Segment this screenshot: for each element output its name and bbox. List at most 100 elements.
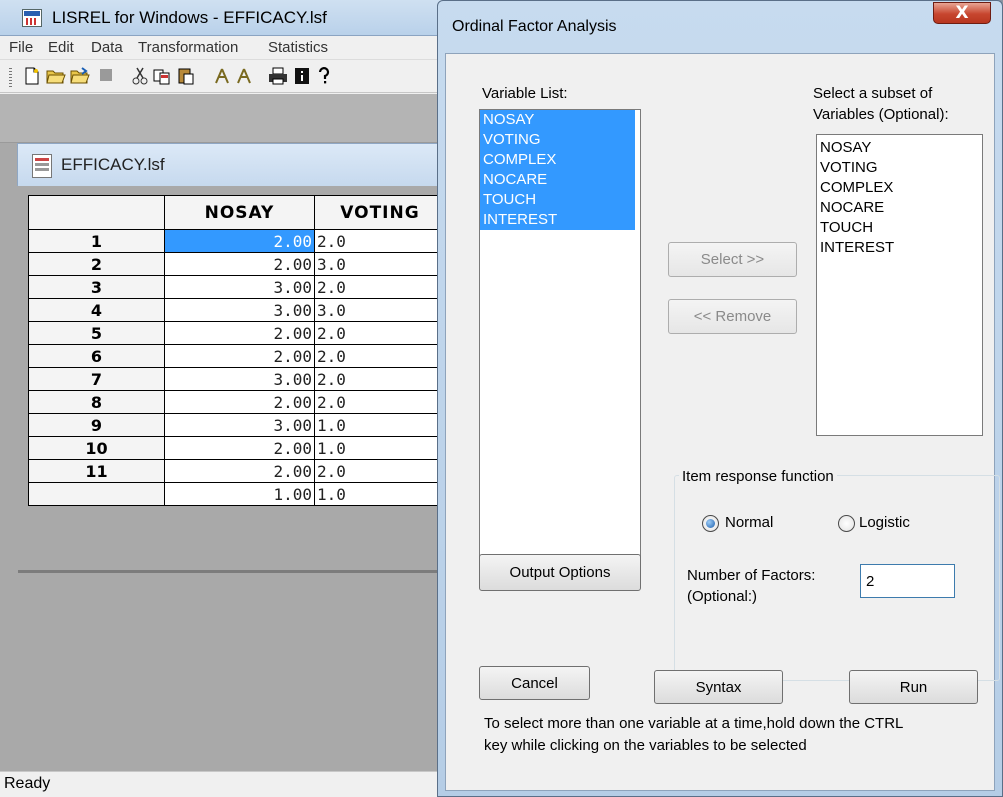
data-grid: NOSAY VOTING 1 2.00 2.0 2 2.00 3.0 3 3.00 2.0 4 3.… [28,195,446,506]
select-button[interactable]: Select >> [668,242,797,277]
row-header[interactable]: 8 [28,390,165,414]
table-row: 10 2.00 1.0 [28,436,446,460]
grid-cell-voting[interactable]: 2.0 [314,321,446,345]
logistic-radio-label[interactable]: Logistic [859,514,910,531]
lisrel-main-window: LISREL for Windows - EFFICACY.lsf File E… [0,0,446,797]
grid-cell-nosay[interactable]: 3.00 [164,275,315,299]
spreadsheet-document-icon [32,154,52,178]
grid-cell-nosay[interactable]: 2.00 [164,459,315,483]
grid-cell-nosay[interactable]: 2.00 [164,390,315,414]
number-of-factors-input[interactable] [860,564,955,598]
menu-statistics[interactable]: Statistics [268,39,328,56]
stop-icon[interactable] [96,67,116,87]
new-file-icon[interactable] [22,67,42,87]
variable-listbox[interactable]: NOSAY VOTING COMPLEX NOCARE TOUCH INTEREST [479,109,641,567]
row-header[interactable]: 7 [28,367,165,391]
dialog-client-area: Variable List: NOSAY VOTING COMPLEX NOCARE T… [445,53,1000,791]
grid-cell-voting[interactable]: 2.0 [314,367,446,391]
grid-cell-voting[interactable]: 2.0 [314,344,446,368]
list-item[interactable]: COMPLEX [480,150,635,170]
grid-cell-nosay[interactable]: 2.00 [164,344,315,368]
normal-radio[interactable] [702,515,719,532]
document-title-bar[interactable]: EFFICACY.lsf [17,143,445,186]
list-item[interactable]: NOCARE [480,170,635,190]
row-header[interactable]: 10 [28,436,165,460]
column-header-nosay[interactable]: NOSAY [164,195,315,230]
column-header-voting[interactable]: VOTING [314,195,446,230]
run-button[interactable]: Run [849,670,978,704]
cut-icon[interactable] [130,67,150,87]
row-header[interactable]: 2 [28,252,165,276]
row-header[interactable]: 11 [28,459,165,483]
list-item[interactable]: NOCARE [817,198,982,218]
menu-transformation[interactable]: Transformation [138,39,238,56]
list-item[interactable]: INTEREST [480,210,635,230]
grid-cell-voting[interactable]: 2.0 [314,229,446,253]
grid-cell-voting[interactable]: 2.0 [314,390,446,414]
grid-cell-voting[interactable]: 2.0 [314,459,446,483]
table-row: 9 3.00 1.0 [28,413,446,437]
cancel-button[interactable]: Cancel [479,666,590,700]
list-item[interactable]: NOSAY [817,138,982,158]
logistic-radio[interactable] [838,515,855,532]
row-header[interactable]: 9 [28,413,165,437]
grid-cell-voting[interactable]: 1.0 [314,413,446,437]
open-alt-icon[interactable] [70,67,90,87]
help-icon[interactable] [314,67,334,87]
grid-cell-voting[interactable]: 3.0 [314,298,446,322]
grid-cell-nosay[interactable]: 2.00 [164,436,315,460]
toolbar-grip[interactable] [9,68,12,88]
grid-cell-nosay[interactable]: 2.00 [164,252,315,276]
grid-cell-voting[interactable]: 3.0 [314,252,446,276]
grid-cell-nosay[interactable]: 3.00 [164,298,315,322]
subset-listbox[interactable]: NOSAY VOTING COMPLEX NOCARE TOUCH INTEREST [816,134,983,436]
table-row: 3 3.00 2.0 [28,275,446,299]
menu-file[interactable]: File [9,39,33,56]
table-row: 4 3.00 3.0 [28,298,446,322]
list-item[interactable]: INTEREST [817,238,982,258]
syntax-button[interactable]: Syntax [654,670,783,704]
remove-button[interactable]: << Remove [668,299,797,334]
list-item[interactable]: NOSAY [480,110,635,130]
grid-cell-voting[interactable]: 2.0 [314,275,446,299]
output-options-button[interactable]: Output Options [479,554,641,591]
info-icon[interactable] [292,67,312,87]
grid-corner[interactable] [28,195,165,230]
copy-icon[interactable] [152,67,172,87]
list-item[interactable]: VOTING [480,130,635,150]
grid-cell-nosay[interactable]: 1.00 [164,482,315,506]
run-icon[interactable] [212,67,232,87]
paste-icon[interactable] [176,67,196,87]
lisrel-app-icon [22,9,42,27]
table-row: 2 2.00 3.0 [28,252,446,276]
grid-cell-nosay[interactable]: 3.00 [164,367,315,391]
row-header[interactable]: 5 [28,321,165,345]
list-item[interactable]: TOUCH [817,218,982,238]
row-header[interactable]: 3 [28,275,165,299]
menu-edit[interactable]: Edit [48,39,74,56]
print-icon[interactable] [268,67,288,87]
table-row: 8 2.00 2.0 [28,390,446,414]
grid-cell-voting[interactable]: 1.0 [314,482,446,506]
row-header[interactable]: 1 [28,229,165,253]
run-alt-icon[interactable] [234,67,254,87]
grid-cell-nosay[interactable]: 2.00 [164,229,315,253]
close-button[interactable]: X [933,2,991,24]
row-header[interactable]: 6 [28,344,165,368]
grid-cell-nosay[interactable]: 2.00 [164,321,315,345]
normal-radio-label[interactable]: Normal [725,514,773,531]
main-window-title: LISREL for Windows - EFFICACY.lsf [52,8,327,27]
open-icon[interactable] [46,67,66,87]
list-item[interactable]: COMPLEX [817,178,982,198]
status-bar: Ready [0,771,445,797]
menu-data[interactable]: Data [91,39,123,56]
list-item[interactable]: TOUCH [480,190,635,210]
grid-cell-nosay[interactable]: 3.00 [164,413,315,437]
list-item[interactable]: VOTING [817,158,982,178]
row-header[interactable]: 4 [28,298,165,322]
ordinal-factor-analysis-dialog: Ordinal Factor Analysis X Variable List:… [437,0,1003,797]
toolbar [0,61,445,93]
row-header[interactable] [28,482,165,506]
grid-cell-voting[interactable]: 1.0 [314,436,446,460]
factors-label-line1: Number of Factors: [687,567,816,584]
